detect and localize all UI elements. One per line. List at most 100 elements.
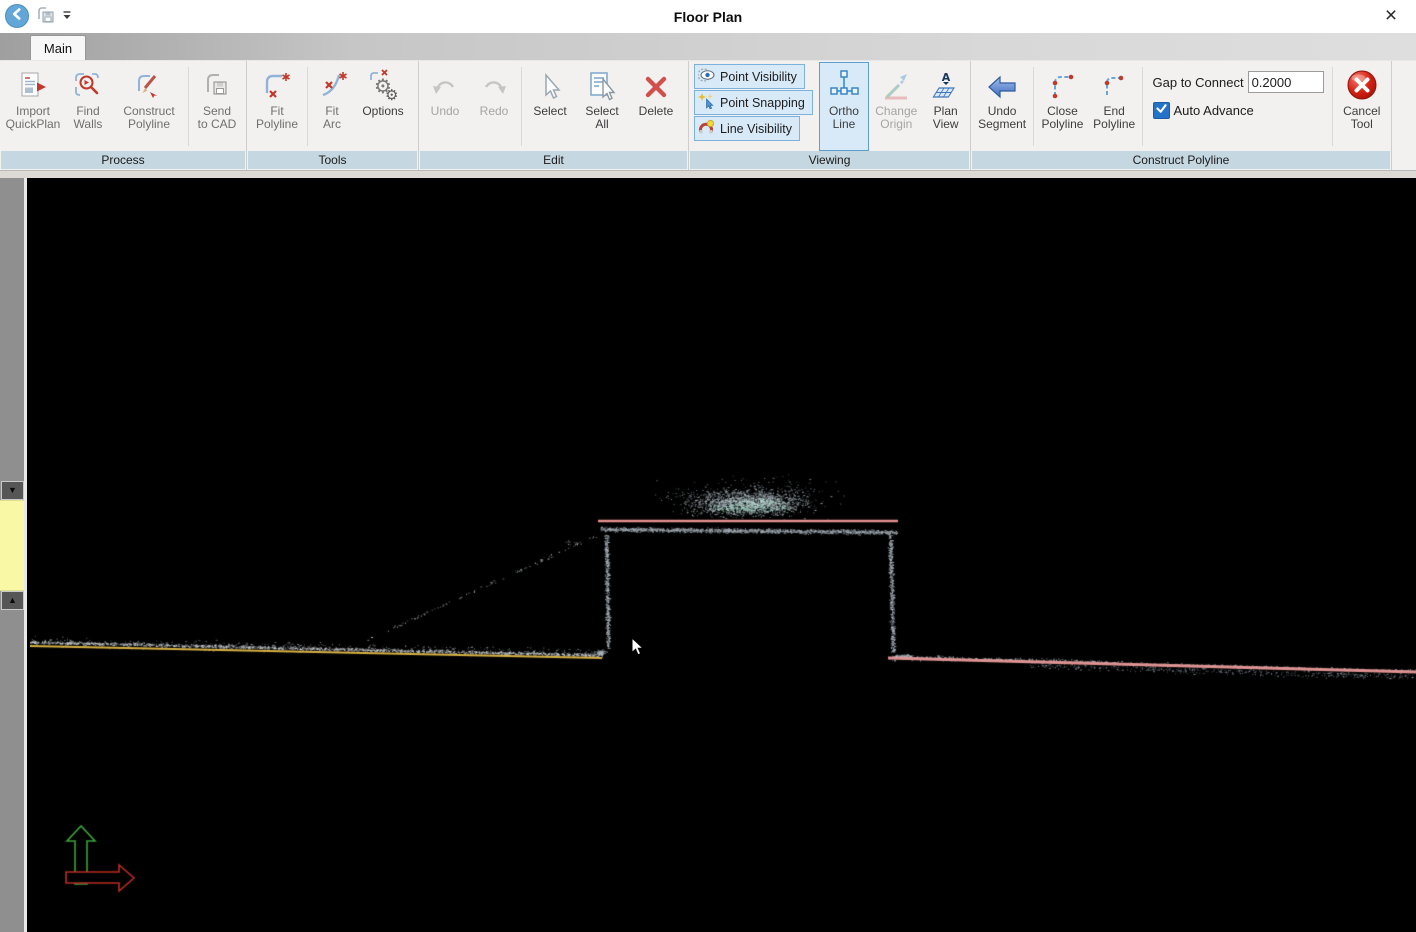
close-polyline-icon bbox=[1046, 68, 1078, 102]
undo-button[interactable]: Undo bbox=[421, 62, 469, 151]
tab-main[interactable]: Main bbox=[30, 35, 86, 60]
delete-icon bbox=[641, 68, 671, 102]
window-title: Floor Plan bbox=[0, 0, 1416, 33]
ortho-line-label: Ortho Line bbox=[829, 105, 859, 131]
ortho-line-icon bbox=[827, 68, 861, 102]
point-visibility-label: Point Visibility bbox=[720, 70, 797, 84]
elevation-down-button[interactable]: ▼ bbox=[1, 481, 24, 500]
auto-advance-label: Auto Advance bbox=[1174, 103, 1254, 118]
ribbon-group-process: Import QuickPlan Find Walls bbox=[0, 61, 247, 170]
floor-plan-window: Floor Plan × Main bbox=[0, 0, 1416, 932]
line-visibility-icon bbox=[698, 119, 715, 138]
redo-icon bbox=[479, 68, 509, 102]
fit-arc-label: Fit Arc bbox=[323, 105, 341, 131]
options-label: Options bbox=[362, 105, 403, 118]
fit-polyline-label: Fit Polyline bbox=[256, 105, 298, 131]
plan-view-icon: A bbox=[930, 68, 962, 102]
construct-polyline-label: Construct Polyline bbox=[123, 105, 174, 131]
group-caption-edit: Edit bbox=[420, 151, 687, 169]
select-all-label: Select All bbox=[585, 105, 618, 131]
point-visibility-icon bbox=[698, 67, 715, 86]
svg-text:⚙: ⚙ bbox=[385, 86, 398, 102]
workspace: ▼ ▲ bbox=[0, 178, 1416, 932]
group-caption-tools: Tools bbox=[248, 151, 417, 169]
close-polyline-label: Close Polyline bbox=[1041, 105, 1083, 131]
end-polyline-button[interactable]: End Polyline bbox=[1089, 62, 1140, 151]
send-to-cad-icon bbox=[201, 68, 233, 102]
point-snapping-icon bbox=[698, 93, 715, 112]
elevation-range-scrollbar[interactable]: ▼ ▲ bbox=[0, 178, 27, 932]
elevation-range-thumb[interactable] bbox=[0, 500, 24, 591]
construct-polyline-fields: Gap to Connect Auto Advance bbox=[1145, 62, 1330, 151]
select-all-icon bbox=[586, 68, 618, 102]
ribbon-filler bbox=[1392, 61, 1416, 170]
import-quickplan-icon bbox=[17, 68, 49, 102]
send-to-cad-button[interactable]: Send to CAD bbox=[191, 62, 243, 151]
undo-label: Undo bbox=[431, 105, 460, 118]
select-icon bbox=[535, 68, 565, 102]
options-button[interactable]: ⚙ ⚙ Options bbox=[354, 62, 412, 151]
delete-button[interactable]: Delete bbox=[628, 62, 684, 151]
import-quickplan-button[interactable]: Import QuickPlan bbox=[2, 62, 64, 151]
checkmark-icon bbox=[1155, 102, 1168, 120]
ribbon-group-construct-polyline: Undo Segment Close Polyline bbox=[971, 61, 1392, 170]
cancel-tool-icon bbox=[1345, 68, 1379, 102]
undo-segment-button[interactable]: Undo Segment bbox=[973, 62, 1031, 151]
group-caption-construct-polyline: Construct Polyline bbox=[972, 151, 1390, 169]
change-origin-icon bbox=[880, 68, 912, 102]
point-cloud-viewport[interactable] bbox=[30, 178, 1416, 932]
close-polyline-button[interactable]: Close Polyline bbox=[1036, 62, 1089, 151]
pointcloud-canvas[interactable] bbox=[30, 178, 1416, 932]
delete-label: Delete bbox=[639, 105, 674, 118]
options-icon: ⚙ ⚙ bbox=[366, 68, 400, 102]
change-origin-label: Change Origin bbox=[875, 105, 917, 131]
send-to-cad-label: Send to CAD bbox=[198, 105, 237, 131]
close-button[interactable]: × bbox=[1376, 2, 1406, 30]
end-polyline-label: End Polyline bbox=[1093, 105, 1135, 131]
auto-advance-checkbox[interactable] bbox=[1153, 102, 1170, 119]
select-all-button[interactable]: Select All bbox=[576, 62, 628, 151]
undo-segment-label: Undo Segment bbox=[978, 105, 1026, 131]
construct-polyline-button[interactable]: Construct Polyline bbox=[112, 62, 186, 151]
redo-label: Redo bbox=[480, 105, 509, 118]
viewing-toggles: Point Visibility Point Snapping bbox=[691, 62, 816, 151]
find-walls-icon bbox=[72, 68, 104, 102]
plan-view-label: Plan View bbox=[933, 105, 959, 131]
point-snapping-toggle[interactable]: Point Snapping bbox=[694, 90, 813, 115]
point-visibility-toggle[interactable]: Point Visibility bbox=[694, 64, 805, 89]
group-caption-process: Process bbox=[1, 151, 245, 169]
line-visibility-label: Line Visibility bbox=[720, 122, 792, 136]
cancel-tool-label: Cancel Tool bbox=[1343, 105, 1380, 131]
select-button[interactable]: Select bbox=[524, 62, 576, 151]
fit-arc-button[interactable]: Fit Arc bbox=[310, 62, 354, 151]
group-caption-viewing: Viewing bbox=[690, 151, 969, 169]
end-polyline-icon bbox=[1098, 68, 1130, 102]
find-walls-label: Find Walls bbox=[74, 105, 103, 131]
gap-to-connect-input[interactable] bbox=[1248, 71, 1324, 93]
import-quickplan-label: Import QuickPlan bbox=[6, 105, 61, 131]
fit-polyline-button[interactable]: Fit Polyline bbox=[249, 62, 305, 151]
cancel-tool-button[interactable]: Cancel Tool bbox=[1335, 62, 1390, 151]
line-visibility-toggle[interactable]: Line Visibility bbox=[694, 116, 800, 141]
change-origin-button[interactable]: Change Origin bbox=[869, 62, 923, 151]
triangle-down-icon: ▼ bbox=[8, 486, 17, 495]
close-icon: × bbox=[1385, 4, 1397, 28]
fit-polyline-icon bbox=[261, 68, 293, 102]
fit-arc-icon bbox=[316, 68, 348, 102]
point-snapping-label: Point Snapping bbox=[720, 96, 805, 110]
plan-view-button[interactable]: A Plan View bbox=[923, 62, 968, 151]
ortho-line-button[interactable]: Ortho Line bbox=[819, 62, 869, 151]
select-label: Select bbox=[533, 105, 566, 118]
titlebar: Floor Plan × bbox=[0, 0, 1416, 33]
undo-segment-icon bbox=[986, 68, 1018, 102]
undo-icon bbox=[430, 68, 460, 102]
elevation-up-button[interactable]: ▲ bbox=[1, 591, 24, 610]
triangle-up-icon: ▲ bbox=[8, 596, 17, 605]
ribbon: Import QuickPlan Find Walls bbox=[0, 60, 1416, 170]
gap-to-connect-label: Gap to Connect bbox=[1153, 75, 1244, 90]
ribbon-tabstrip: Main bbox=[0, 33, 1416, 60]
ribbon-group-tools: Fit Polyline Fit Arc bbox=[247, 61, 419, 170]
construct-polyline-icon bbox=[133, 68, 165, 102]
redo-button[interactable]: Redo bbox=[469, 62, 519, 151]
find-walls-button[interactable]: Find Walls bbox=[64, 62, 112, 151]
